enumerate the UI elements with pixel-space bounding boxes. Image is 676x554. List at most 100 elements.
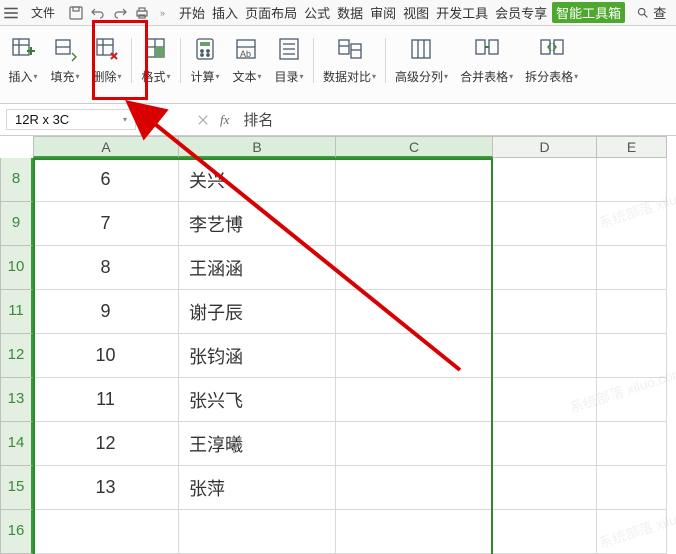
cell[interactable] <box>597 510 667 554</box>
cell[interactable] <box>597 422 667 466</box>
cell[interactable] <box>336 510 493 554</box>
cell[interactable] <box>336 246 493 290</box>
cell[interactable] <box>336 290 493 334</box>
tab-smart-toolbox[interactable]: 智能工具箱 <box>552 2 625 23</box>
cell[interactable] <box>493 510 597 554</box>
ribbon-mergetable[interactable]: 合并表格▾ <box>454 32 519 101</box>
text-icon: Ab <box>232 34 262 64</box>
ribbon-fill[interactable]: 填充▾ <box>44 32 86 101</box>
menu-bar: 文件 » 开始 插入 页面布局 公式 数据 审阅 视图 开发工具 会员专享 智能… <box>0 0 676 26</box>
ribbon-format-label: 格式 <box>141 68 165 85</box>
col-header-a[interactable]: A <box>33 136 179 158</box>
ribbon-separator <box>180 38 181 83</box>
print-icon[interactable] <box>134 5 150 21</box>
tab-insert[interactable]: 插入 <box>210 3 240 22</box>
row-header[interactable]: 16 <box>0 510 33 554</box>
ribbon-separator <box>313 38 314 83</box>
tab-devtools[interactable]: 开发工具 <box>434 3 490 22</box>
ribbon-advsplit[interactable]: 高级分列▾ <box>389 32 454 101</box>
cell[interactable]: 关兴 <box>179 158 336 202</box>
cell[interactable] <box>493 202 597 246</box>
cell[interactable] <box>336 466 493 510</box>
row-header[interactable]: 10 <box>0 246 33 290</box>
cell[interactable]: 张钧涵 <box>179 334 336 378</box>
cell[interactable] <box>597 290 667 334</box>
cell[interactable]: 6 <box>33 158 179 202</box>
cell[interactable] <box>493 378 597 422</box>
cell[interactable]: 张萍 <box>179 466 336 510</box>
cell[interactable] <box>336 202 493 246</box>
cell[interactable] <box>336 422 493 466</box>
ribbon-splittable[interactable]: 拆分表格▾ <box>519 32 584 101</box>
ribbon-datacompare[interactable]: 数据对比▾ <box>317 32 382 101</box>
ribbon-text[interactable]: Ab 文本▾ <box>226 32 268 101</box>
tab-formula[interactable]: 公式 <box>302 3 332 22</box>
ribbon-insert[interactable]: 插入▾ <box>2 32 44 101</box>
row-header[interactable]: 9 <box>0 202 33 246</box>
undo-icon[interactable] <box>90 5 106 21</box>
cell[interactable]: 11 <box>33 378 179 422</box>
row-header[interactable]: 13 <box>0 378 33 422</box>
cell[interactable] <box>336 378 493 422</box>
cell[interactable] <box>493 466 597 510</box>
fx-icon[interactable]: fx <box>220 112 229 128</box>
tab-member[interactable]: 会员专享 <box>493 3 549 22</box>
cell[interactable] <box>179 510 336 554</box>
col-header-e[interactable]: E <box>597 136 667 158</box>
cell[interactable]: 王涵涵 <box>179 246 336 290</box>
name-box[interactable]: 12R x 3C ▾ <box>6 109 136 130</box>
ribbon-calc[interactable]: 计算▾ <box>184 32 226 101</box>
chevron-down-icon: ▾ <box>444 72 448 81</box>
row-header[interactable]: 11 <box>0 290 33 334</box>
cancel-icon[interactable] <box>196 113 210 127</box>
row-header[interactable]: 15 <box>0 466 33 510</box>
cell[interactable] <box>597 466 667 510</box>
cell[interactable]: 7 <box>33 202 179 246</box>
qat-more-icon[interactable]: » <box>160 8 165 18</box>
cell[interactable] <box>336 334 493 378</box>
cell[interactable]: 李艺博 <box>179 202 336 246</box>
search-button[interactable]: 查 <box>634 3 670 22</box>
tab-view[interactable]: 视图 <box>401 3 431 22</box>
ribbon-format[interactable]: 格式▾ <box>135 32 177 101</box>
cell[interactable] <box>597 202 667 246</box>
cell[interactable] <box>493 290 597 334</box>
tab-data[interactable]: 数据 <box>335 3 365 22</box>
formula-value[interactable]: 排名 <box>243 109 273 130</box>
row-header[interactable]: 8 <box>0 158 33 202</box>
cell[interactable]: 张兴飞 <box>179 378 336 422</box>
cell[interactable] <box>493 422 597 466</box>
chevron-down-icon: ▾ <box>118 72 122 81</box>
cell[interactable]: 9 <box>33 290 179 334</box>
hamburger-icon[interactable] <box>2 4 20 22</box>
cell[interactable] <box>597 158 667 202</box>
cell[interactable]: 13 <box>33 466 179 510</box>
cell[interactable] <box>33 510 179 554</box>
cell[interactable] <box>493 246 597 290</box>
row-header[interactable]: 14 <box>0 422 33 466</box>
cell[interactable]: 10 <box>33 334 179 378</box>
save-icon[interactable] <box>68 5 84 21</box>
col-header-b[interactable]: B <box>179 136 336 158</box>
col-header-c[interactable]: C <box>336 136 493 158</box>
cell[interactable] <box>597 378 667 422</box>
cell[interactable] <box>493 334 597 378</box>
cell[interactable] <box>493 158 597 202</box>
ribbon-toc[interactable]: 目录▾ <box>268 32 310 101</box>
cell[interactable]: 8 <box>33 246 179 290</box>
cell[interactable]: 王淳曦 <box>179 422 336 466</box>
redo-icon[interactable] <box>112 5 128 21</box>
tab-start[interactable]: 开始 <box>177 3 207 22</box>
cell[interactable] <box>597 246 667 290</box>
row-header[interactable]: 12 <box>0 334 33 378</box>
spreadsheet-grid[interactable]: A B C D E 86关兴97李艺博108王涵涵119谢子辰1210张钧涵13… <box>0 136 676 554</box>
ribbon-delete[interactable]: 删除▾ <box>86 32 128 101</box>
tab-pagelayout[interactable]: 页面布局 <box>243 3 299 22</box>
tab-review[interactable]: 审阅 <box>368 3 398 22</box>
cell[interactable]: 12 <box>33 422 179 466</box>
cell[interactable] <box>336 158 493 202</box>
col-header-d[interactable]: D <box>493 136 597 158</box>
file-menu[interactable]: 文件 <box>31 4 55 21</box>
cell[interactable]: 谢子辰 <box>179 290 336 334</box>
cell[interactable] <box>597 334 667 378</box>
